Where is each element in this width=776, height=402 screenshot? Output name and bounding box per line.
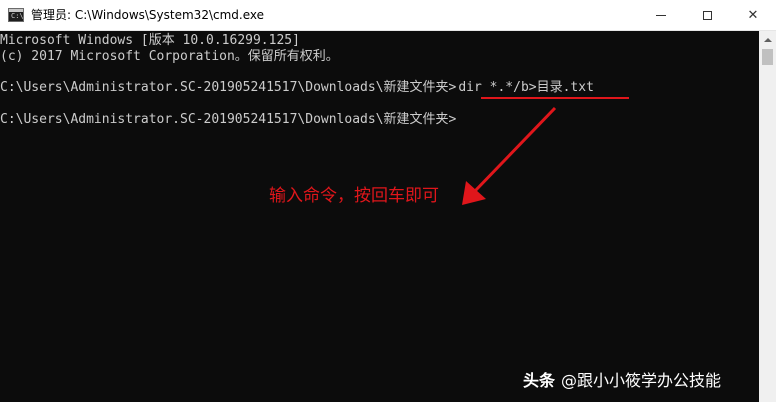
close-icon: ✕	[747, 8, 759, 23]
minimize-icon	[656, 15, 666, 16]
watermark-brand: 头条	[523, 371, 556, 390]
watermark: 头条 @跟小小筱学办公技能	[523, 367, 721, 391]
cmd-window: C:\ 管理员: C:\Windows\System32\cmd.exe ✕ M…	[0, 0, 776, 402]
maximize-icon	[702, 11, 712, 20]
annotation-text: 输入命令，按回车即可	[269, 186, 439, 206]
minimize-button[interactable]	[638, 0, 684, 31]
command-underline	[481, 97, 629, 99]
window-title: 管理员: C:\Windows\System32\cmd.exe	[31, 8, 264, 22]
title-bar[interactable]: C:\ 管理员: C:\Windows\System32\cmd.exe ✕	[0, 0, 776, 31]
arrow-shaft	[473, 106, 557, 193]
maximize-button[interactable]	[684, 0, 730, 31]
close-button[interactable]: ✕	[730, 0, 776, 31]
console-output[interactable]: Microsoft Windows [版本 10.0.16299.125] (c…	[0, 31, 759, 402]
annotation-arrow	[462, 106, 557, 205]
cmd-icon[interactable]: C:\	[8, 8, 24, 22]
scroll-up-icon[interactable]	[759, 31, 776, 48]
scroll-thumb[interactable]	[762, 49, 773, 65]
vertical-scrollbar[interactable]	[759, 31, 776, 402]
watermark-handle: @跟小小筱学办公技能	[561, 371, 722, 390]
